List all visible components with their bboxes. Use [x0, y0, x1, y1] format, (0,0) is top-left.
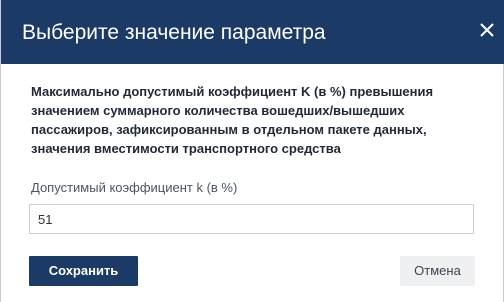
- close-icon[interactable]: [475, 18, 499, 42]
- coefficient-input[interactable]: [29, 204, 474, 234]
- dialog-title: Выберите значение параметра: [22, 21, 326, 44]
- cancel-button[interactable]: Отмена: [400, 256, 475, 286]
- parameter-dialog: Выберите значение параметра Максимально …: [0, 0, 504, 302]
- parameter-description: Максимально допустимый коэффициент K (в …: [31, 84, 434, 156]
- dialog-header: Выберите значение параметра: [1, 0, 504, 64]
- save-button[interactable]: Сохранить: [29, 256, 138, 286]
- coefficient-field-label: Допустимый коэффициент k (в %): [31, 180, 238, 195]
